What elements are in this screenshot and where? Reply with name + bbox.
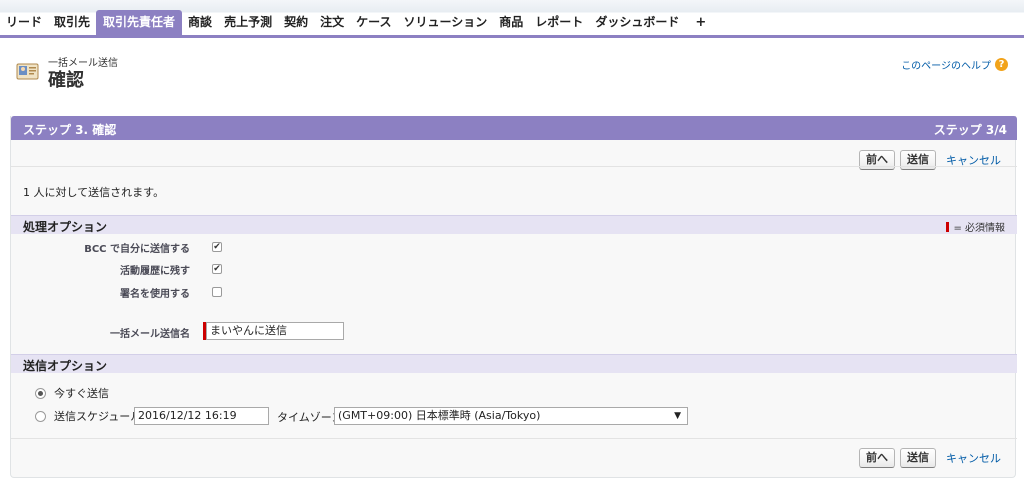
tab-list: リード 取引先 取引先責任者 商談 売上予測 契約 注文 ケース ソリューション…: [0, 10, 716, 35]
section-title: 処理オプション: [23, 220, 108, 234]
send-now-row: 今すぐ送信: [35, 384, 109, 402]
prev-button[interactable]: 前へ: [859, 448, 895, 468]
mass-name-label: 一括メール送信名: [110, 329, 190, 340]
mass-name-input[interactable]: まいやんに送信: [206, 322, 344, 340]
activity-label: 活動履歴に残す: [120, 266, 190, 277]
step-indicator: ステップ 3/4: [933, 123, 1007, 137]
dropdown-arrow-icon: ▼: [674, 411, 681, 421]
page-header: 一括メール送信 確認 このページのヘルプ ?: [16, 50, 1016, 91]
tab-leads[interactable]: リード: [0, 10, 48, 35]
divider: [11, 166, 1017, 167]
help-link[interactable]: このページのヘルプ ?: [901, 57, 1008, 72]
send-button[interactable]: 送信: [900, 448, 936, 468]
tab-forecasts[interactable]: 売上予測: [218, 10, 278, 35]
tab-reports[interactable]: レポート: [529, 10, 589, 35]
mass-name-row: 一括メール送信名 まいやんに送信: [11, 322, 1017, 342]
tab-contracts[interactable]: 契約: [278, 10, 314, 35]
add-tab-plus-icon[interactable]: +: [685, 10, 716, 35]
signature-label: 署名を使用する: [120, 289, 190, 300]
timezone-selected-value: (GMT+09:00) 日本標準時 (Asia/Tokyo): [338, 409, 541, 422]
tab-products[interactable]: 商品: [493, 10, 529, 35]
schedule-radio[interactable]: [35, 410, 46, 422]
recipient-count-text: 1 人に対して送信されます。: [23, 186, 165, 199]
contact-card-icon: [16, 63, 39, 80]
cancel-link[interactable]: キャンセル: [946, 450, 1001, 466]
send-options-header: 送信オプション: [11, 354, 1017, 373]
schedule-datetime-input[interactable]: 2016/12/12 16:19: [134, 407, 269, 425]
activity-row: 活動履歴に残す ✔: [11, 259, 1017, 279]
timezone-label: タイムゾーン: [277, 411, 343, 424]
signature-row: 署名を使用する: [11, 282, 1017, 302]
tab-cases[interactable]: ケース: [350, 10, 397, 35]
send-now-radio[interactable]: [35, 387, 46, 399]
tab-opportunities[interactable]: 商談: [182, 10, 218, 35]
tab-orders[interactable]: 注文: [314, 10, 350, 35]
timezone-select[interactable]: (GMT+09:00) 日本標準時 (Asia/Tokyo) ▼: [334, 407, 688, 425]
bottom-button-row: 前へ 送信 キャンセル: [859, 448, 1001, 468]
help-link-label[interactable]: このページのヘルプ: [901, 57, 991, 72]
tab-dashboards[interactable]: ダッシュボード: [589, 10, 685, 35]
schedule-row: 送信スケジュール: [35, 407, 141, 425]
schedule-label: 送信スケジュール: [54, 410, 142, 423]
prev-button[interactable]: 前へ: [859, 150, 895, 170]
bcc-row: BCC で自分に送信する ✔: [11, 237, 1017, 257]
bcc-label: BCC で自分に送信する: [84, 244, 190, 255]
signature-checkbox[interactable]: [212, 287, 222, 297]
required-legend: = 必須情報: [946, 219, 1005, 234]
wizard-block: ステップ 3. 確認 ステップ 3/4 前へ 送信 キャンセル 1 人に対して送…: [10, 116, 1017, 478]
tab-contacts[interactable]: 取引先責任者: [96, 10, 183, 35]
tab-accounts[interactable]: 取引先: [48, 10, 96, 35]
activity-checkbox[interactable]: ✔: [212, 264, 222, 274]
required-marker: [946, 221, 950, 232]
block-header: ステップ 3. 確認 ステップ 3/4: [11, 116, 1017, 140]
divider: [11, 438, 1017, 439]
top-button-row: 前へ 送信 キャンセル: [859, 150, 1001, 170]
required-legend-text: = 必須情報: [953, 223, 1005, 234]
block-title: ステップ 3. 確認: [23, 123, 117, 137]
tab-bar: リード 取引先 取引先責任者 商談 売上予測 契約 注文 ケース ソリューション…: [0, 0, 1024, 38]
tab-solutions[interactable]: ソリューション: [398, 10, 494, 35]
send-button[interactable]: 送信: [900, 150, 936, 170]
send-now-label: 今すぐ送信: [54, 387, 109, 400]
help-icon[interactable]: ?: [995, 58, 1008, 71]
processing-options-header: 処理オプション = 必須情報: [11, 215, 1017, 234]
section-title: 送信オプション: [23, 359, 108, 373]
page-title: 確認: [48, 70, 84, 91]
bcc-checkbox[interactable]: ✔: [212, 242, 222, 252]
